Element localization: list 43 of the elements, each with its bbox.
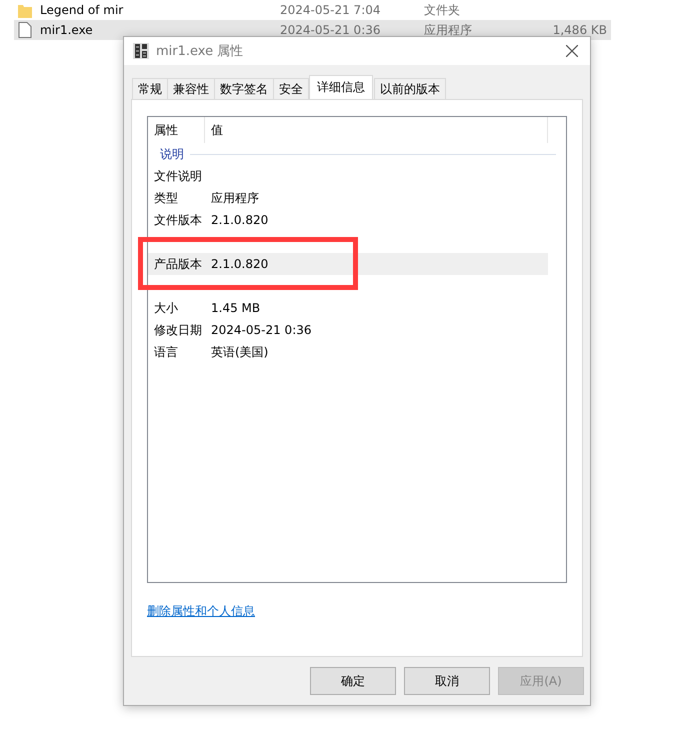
property-name: 文件版本 bbox=[154, 212, 203, 228]
column-header[interactable]: 属性 bbox=[148, 117, 205, 143]
property-row[interactable]: 修改日期 2024-05-21 0:36 bbox=[148, 319, 548, 341]
property-value: 2.1.0.820 bbox=[211, 257, 268, 271]
property-row[interactable]: 产品版本 2.1.0.820 bbox=[148, 253, 548, 275]
property-name: 文件说明 bbox=[154, 168, 203, 184]
folder-icon bbox=[18, 2, 32, 18]
tab[interactable]: 详细信息 bbox=[309, 75, 373, 99]
file-icon bbox=[18, 22, 32, 38]
file-name: Legend of mir bbox=[40, 3, 124, 17]
file-size: 1,486 KB bbox=[552, 23, 608, 37]
dialog-button[interactable]: 确定 bbox=[310, 667, 396, 695]
tab[interactable]: 安全 bbox=[273, 78, 309, 99]
property-value: 英语(美国) bbox=[211, 344, 268, 360]
property-value: 应用程序 bbox=[211, 190, 259, 206]
tab[interactable]: 常规 bbox=[132, 78, 168, 99]
file-type: 应用程序 bbox=[424, 22, 473, 38]
app-icon bbox=[132, 42, 150, 60]
file-type: 文件夹 bbox=[424, 2, 461, 18]
property-value: 2.1.0.820 bbox=[211, 213, 268, 227]
file-date: 2024-05-21 0:36 bbox=[280, 23, 382, 37]
property-name: 产品版本 bbox=[154, 256, 203, 272]
close-icon[interactable] bbox=[566, 45, 578, 57]
property-value: 2024-05-21 0:36 bbox=[211, 323, 312, 337]
property-row[interactable]: 类型 应用程序 bbox=[148, 187, 548, 209]
property-name: 类型 bbox=[154, 190, 179, 206]
property-row[interactable]: 大小 1.45 MB bbox=[148, 297, 548, 319]
property-value: 1.45 MB bbox=[211, 301, 260, 315]
file-name: mir1.exe bbox=[40, 23, 94, 37]
group-header: 说明 bbox=[160, 146, 184, 162]
property-name: 修改日期 bbox=[154, 322, 203, 338]
column-header[interactable]: 值 bbox=[205, 122, 223, 138]
property-name: 语言 bbox=[154, 344, 179, 360]
property-name: 大小 bbox=[154, 300, 179, 316]
file-date: 2024-05-21 7:04 bbox=[280, 3, 382, 17]
property-row[interactable]: 文件说明 bbox=[148, 165, 548, 187]
property-row[interactable]: 文件版本 2.1.0.820 bbox=[148, 209, 548, 231]
dialog-button[interactable]: 取消 bbox=[404, 667, 490, 695]
file-row[interactable]: Legend of mir 2024-05-21 7:04 文件夹 bbox=[14, 0, 611, 20]
window-title: mir1.exe 属性 bbox=[156, 43, 244, 60]
remove-properties-link[interactable]: 删除属性和个人信息 bbox=[147, 603, 255, 620]
tab[interactable]: 以前的版本 bbox=[374, 78, 446, 99]
property-row[interactable]: 语言 英语(美国) bbox=[148, 341, 548, 363]
